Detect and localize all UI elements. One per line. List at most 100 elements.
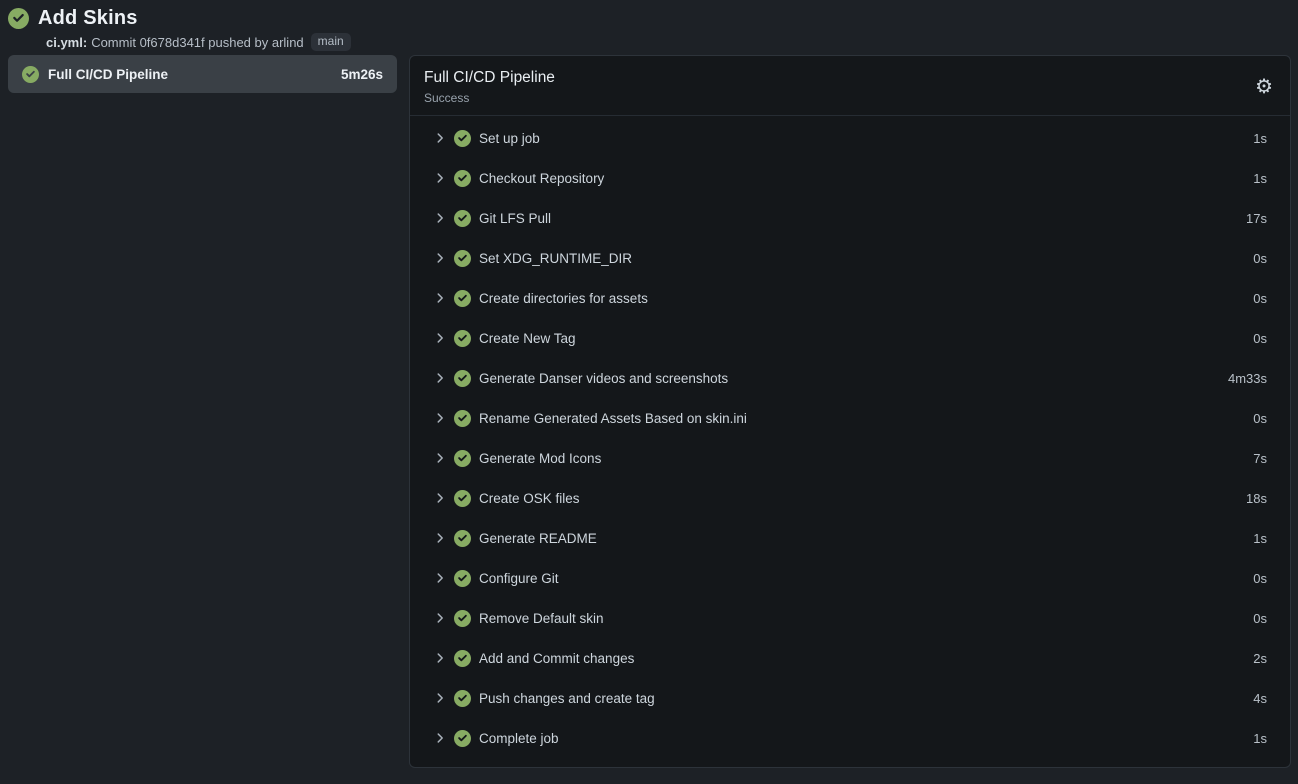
step-name: Git LFS Pull [479,211,551,226]
run-header: Add Skins ci.yml: Commit 0f678d341f push… [0,0,1298,51]
chevron-right-icon[interactable] [433,731,447,745]
commit-info: Commit 0f678d341f pushed by arlind [91,35,303,50]
step-duration: 0s [1253,611,1267,626]
step-success-icon [454,170,471,187]
chevron-right-icon[interactable] [433,611,447,625]
step-row[interactable]: Git LFS Pull 17s [410,198,1290,238]
step-success-icon [454,130,471,147]
chevron-right-icon[interactable] [433,411,447,425]
step-row[interactable]: Complete job 1s [410,718,1290,758]
step-row[interactable]: Checkout Repository 1s [410,158,1290,198]
step-success-icon [454,530,471,547]
step-duration: 4m33s [1228,371,1267,386]
step-name: Set up job [479,131,540,146]
step-name: Rename Generated Assets Based on skin.in… [479,411,747,426]
chevron-right-icon[interactable] [433,571,447,585]
step-duration: 2s [1253,651,1267,666]
steps-list: Set up job 1s Checkout Repository 1s [410,116,1290,767]
job-panel-header: Full CI/CD Pipeline Success ⚙ [410,56,1290,116]
step-row[interactable]: Create directories for assets 0s [410,278,1290,318]
sidebar-job-item[interactable]: Full CI/CD Pipeline 5m26s [8,55,397,93]
step-duration: 1s [1253,731,1267,746]
chevron-right-icon[interactable] [433,211,447,225]
step-duration: 4s [1253,691,1267,706]
step-row[interactable]: Rename Generated Assets Based on skin.in… [410,398,1290,438]
step-row[interactable]: Add and Commit changes 2s [410,638,1290,678]
step-duration: 1s [1253,131,1267,146]
job-detail-panel: Full CI/CD Pipeline Success ⚙ Set up job… [409,55,1291,768]
step-row[interactable]: Set up job 1s [410,118,1290,158]
step-success-icon [454,250,471,267]
run-body: Full CI/CD Pipeline 5m26s Full CI/CD Pip… [0,51,1298,784]
job-duration: 5m26s [341,67,383,82]
chevron-right-icon[interactable] [433,131,447,145]
step-row[interactable]: Generate Danser videos and screenshots 4… [410,358,1290,398]
step-row[interactable]: Remove Default skin 0s [410,598,1290,638]
step-row[interactable]: Create OSK files 18s [410,478,1290,518]
step-name: Create directories for assets [479,291,648,306]
step-name: Generate Danser videos and screenshots [479,371,728,386]
step-name: Set XDG_RUNTIME_DIR [479,251,632,266]
chevron-right-icon[interactable] [433,651,447,665]
branch-badge[interactable]: main [311,33,351,51]
step-row[interactable]: Push changes and create tag 4s [410,678,1290,718]
step-name: Configure Git [479,571,559,586]
step-success-icon [454,450,471,467]
jobs-sidebar: Full CI/CD Pipeline 5m26s [8,55,397,93]
step-success-icon [454,650,471,667]
step-name: Generate README [479,531,597,546]
step-duration: 0s [1253,291,1267,306]
step-name: Complete job [479,731,559,746]
chevron-right-icon[interactable] [433,291,447,305]
step-success-icon [454,290,471,307]
step-success-icon [454,330,471,347]
step-duration: 1s [1253,171,1267,186]
chevron-right-icon[interactable] [433,491,447,505]
step-duration: 18s [1246,491,1267,506]
step-success-icon [454,410,471,427]
workflow-file-label: ci.yml: [46,35,87,50]
step-duration: 0s [1253,251,1267,266]
actions-run-page: Add Skins ci.yml: Commit 0f678d341f push… [0,0,1298,784]
step-duration: 0s [1253,571,1267,586]
chevron-right-icon[interactable] [433,531,447,545]
step-name: Create New Tag [479,331,576,346]
step-name: Checkout Repository [479,171,604,186]
step-success-icon [454,690,471,707]
chevron-right-icon[interactable] [433,451,447,465]
step-duration: 7s [1253,451,1267,466]
job-success-icon [22,66,39,83]
step-success-icon [454,610,471,627]
step-success-icon [454,490,471,507]
chevron-right-icon[interactable] [433,691,447,705]
step-duration: 0s [1253,411,1267,426]
step-name: Add and Commit changes [479,651,634,666]
step-duration: 17s [1246,211,1267,226]
step-row[interactable]: Generate README 1s [410,518,1290,558]
step-row[interactable]: Create New Tag 0s [410,318,1290,358]
step-success-icon [454,370,471,387]
step-name: Generate Mod Icons [479,451,601,466]
step-name: Remove Default skin [479,611,604,626]
step-duration: 1s [1253,531,1267,546]
step-row[interactable]: Generate Mod Icons 7s [410,438,1290,478]
job-name: Full CI/CD Pipeline [48,67,168,82]
step-success-icon [454,570,471,587]
step-row[interactable]: Configure Git 0s [410,558,1290,598]
chevron-right-icon[interactable] [433,331,447,345]
run-meta: ci.yml: Commit 0f678d341f pushed by arli… [46,33,1288,51]
chevron-right-icon[interactable] [433,251,447,265]
run-success-icon [8,8,29,29]
step-duration: 0s [1253,331,1267,346]
run-title: Add Skins [38,7,138,30]
gear-icon[interactable]: ⚙ [1255,77,1273,97]
step-success-icon [454,730,471,747]
job-panel-title: Full CI/CD Pipeline [424,69,555,87]
chevron-right-icon[interactable] [433,171,447,185]
step-row[interactable]: Set XDG_RUNTIME_DIR 0s [410,238,1290,278]
job-status-text: Success [424,91,555,105]
step-name: Create OSK files [479,491,580,506]
step-success-icon [454,210,471,227]
chevron-right-icon[interactable] [433,371,447,385]
step-name: Push changes and create tag [479,691,655,706]
